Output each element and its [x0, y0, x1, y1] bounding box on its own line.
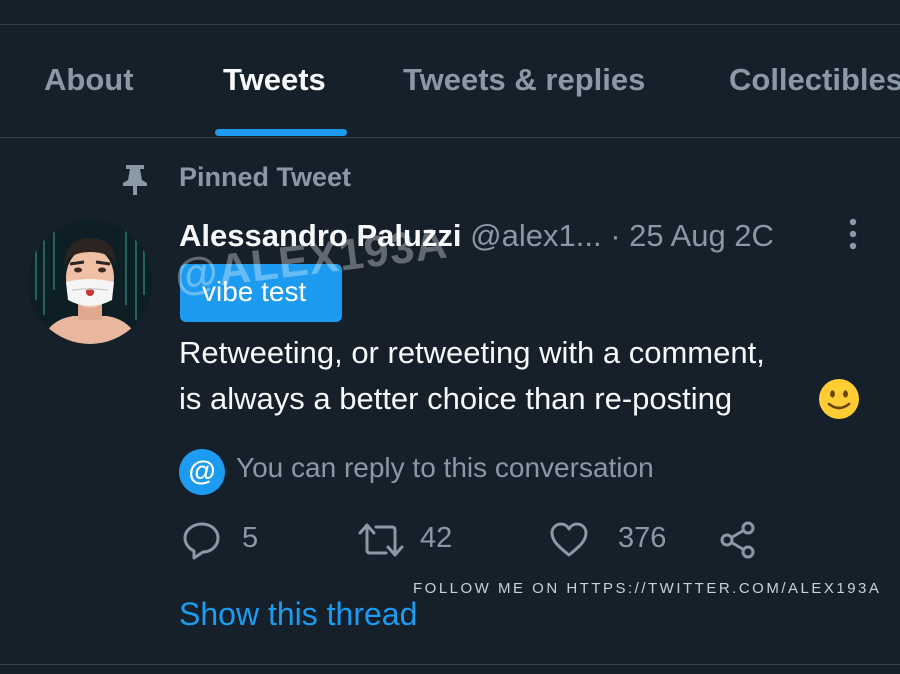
pinned-tweet-label: Pinned Tweet: [179, 162, 352, 192]
reply-permission-icon: @: [179, 449, 225, 495]
profile-tabs: About Tweets Tweets & replies Collectibl…: [0, 26, 900, 136]
tabs-divider: [0, 137, 900, 138]
header-separator: ·: [610, 218, 621, 253]
tweet-text-line-2: is always a better choice than re-postin…: [179, 381, 733, 416]
share-icon: [720, 521, 755, 559]
vibe-tag[interactable]: vibe test: [180, 264, 342, 322]
tab-collectibles[interactable]: Collectibles: [729, 62, 900, 98]
tweet-text: Retweeting, or retweeting with a comment…: [179, 330, 879, 422]
show-thread-link[interactable]: Show this thread: [179, 596, 417, 633]
reply-icon: [183, 522, 220, 560]
more-options-icon[interactable]: [843, 216, 863, 252]
follow-banner: FOLLOW ME ON HTTPS://TWITTER.COM/ALEX193…: [413, 580, 882, 597]
active-tab-indicator: [215, 129, 347, 136]
reply-permission-text: You can reply to this conversation: [236, 452, 654, 483]
avatar[interactable]: [28, 220, 152, 344]
top-divider: [0, 24, 900, 25]
slightly-smiling-face-icon: [819, 379, 859, 419]
reply-count: 5: [242, 522, 259, 554]
heart-icon: [550, 522, 588, 557]
tweet-date[interactable]: 25 Aug 2C: [629, 218, 774, 253]
retweet-icon: [358, 523, 404, 557]
author-name[interactable]: Alessandro Paluzzi: [179, 218, 462, 253]
avatar-image: [28, 220, 152, 344]
tweet-text-line-1: Retweeting, or retweeting with a comment…: [179, 335, 765, 370]
tab-tweets[interactable]: Tweets: [223, 62, 326, 98]
retweet-count: 42: [420, 522, 453, 554]
bottom-divider: [0, 664, 900, 665]
tab-tweets-and-replies[interactable]: Tweets & replies: [403, 62, 645, 98]
pin-icon: [123, 165, 147, 195]
tab-about[interactable]: About: [44, 62, 134, 98]
tweet-header: Alessandro Paluzzi @alex1... · 25 Aug 2C: [179, 218, 821, 254]
author-handle[interactable]: @alex1...: [470, 218, 601, 253]
like-count: 376: [618, 522, 667, 554]
